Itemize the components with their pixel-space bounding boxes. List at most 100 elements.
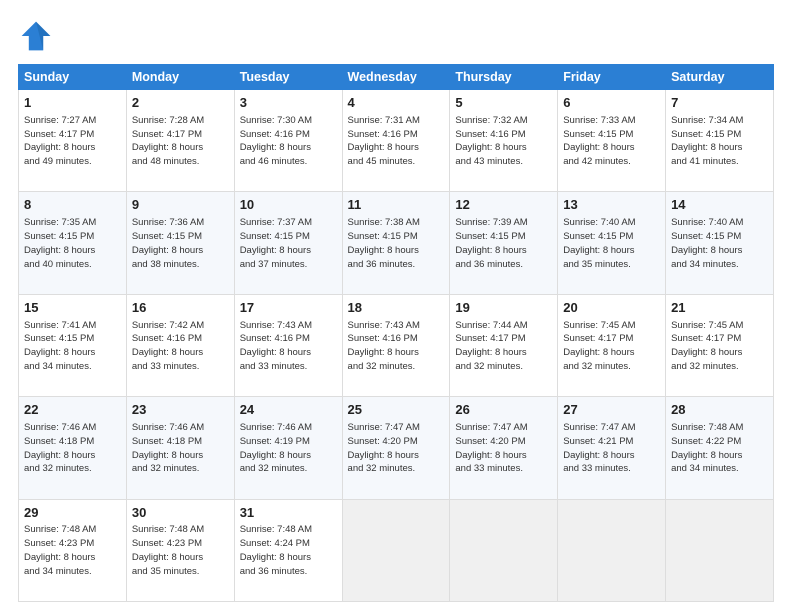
day-detail: Sunset: 4:23 PM [132,537,229,551]
day-detail: Sunrise: 7:46 AM [132,421,229,435]
day-detail: and 34 minutes. [671,258,768,272]
day-cell: 11Sunrise: 7:38 AMSunset: 4:15 PMDayligh… [342,192,450,294]
calendar-table: SundayMondayTuesdayWednesdayThursdayFrid… [18,64,774,602]
day-detail: Sunset: 4:17 PM [24,128,121,142]
day-cell: 29Sunrise: 7:48 AMSunset: 4:23 PMDayligh… [19,499,127,601]
day-number: 2 [132,94,229,113]
day-detail: Daylight: 8 hours [671,244,768,258]
day-number: 12 [455,196,552,215]
day-detail: Sunset: 4:16 PM [132,332,229,346]
day-detail: Sunset: 4:17 PM [563,332,660,346]
day-detail: Daylight: 8 hours [348,141,445,155]
calendar-body: 1Sunrise: 7:27 AMSunset: 4:17 PMDaylight… [19,90,774,602]
day-detail: Daylight: 8 hours [563,141,660,155]
day-detail: Sunrise: 7:38 AM [348,216,445,230]
header-cell-monday: Monday [126,65,234,90]
day-cell [450,499,558,601]
day-number: 15 [24,299,121,318]
header-cell-friday: Friday [558,65,666,90]
day-detail: Sunset: 4:16 PM [240,128,337,142]
day-cell: 14Sunrise: 7:40 AMSunset: 4:15 PMDayligh… [666,192,774,294]
day-number: 17 [240,299,337,318]
week-row-2: 15Sunrise: 7:41 AMSunset: 4:15 PMDayligh… [19,294,774,396]
day-cell: 5Sunrise: 7:32 AMSunset: 4:16 PMDaylight… [450,90,558,192]
day-cell: 15Sunrise: 7:41 AMSunset: 4:15 PMDayligh… [19,294,127,396]
day-detail: Daylight: 8 hours [455,346,552,360]
day-detail: Sunrise: 7:44 AM [455,319,552,333]
day-detail: and 46 minutes. [240,155,337,169]
page: SundayMondayTuesdayWednesdayThursdayFrid… [0,0,792,612]
day-detail: Sunrise: 7:40 AM [563,216,660,230]
day-cell: 7Sunrise: 7:34 AMSunset: 4:15 PMDaylight… [666,90,774,192]
logo [18,18,56,54]
day-detail: Sunrise: 7:43 AM [348,319,445,333]
day-number: 19 [455,299,552,318]
day-detail: and 45 minutes. [348,155,445,169]
day-detail: Daylight: 8 hours [455,449,552,463]
day-number: 24 [240,401,337,420]
day-detail: Sunrise: 7:48 AM [240,523,337,537]
day-detail: Sunrise: 7:36 AM [132,216,229,230]
day-number: 31 [240,504,337,523]
day-cell: 25Sunrise: 7:47 AMSunset: 4:20 PMDayligh… [342,397,450,499]
day-cell [558,499,666,601]
day-detail: Sunset: 4:15 PM [671,230,768,244]
day-detail: Daylight: 8 hours [671,346,768,360]
day-detail: Daylight: 8 hours [24,244,121,258]
day-cell: 27Sunrise: 7:47 AMSunset: 4:21 PMDayligh… [558,397,666,499]
day-detail: Sunrise: 7:40 AM [671,216,768,230]
day-cell: 24Sunrise: 7:46 AMSunset: 4:19 PMDayligh… [234,397,342,499]
day-detail: Sunrise: 7:31 AM [348,114,445,128]
day-cell: 1Sunrise: 7:27 AMSunset: 4:17 PMDaylight… [19,90,127,192]
day-number: 6 [563,94,660,113]
day-number: 18 [348,299,445,318]
day-detail: and 34 minutes. [24,565,121,579]
logo-icon [18,18,54,54]
day-cell: 21Sunrise: 7:45 AMSunset: 4:17 PMDayligh… [666,294,774,396]
day-detail: Sunrise: 7:35 AM [24,216,121,230]
day-cell: 18Sunrise: 7:43 AMSunset: 4:16 PMDayligh… [342,294,450,396]
day-detail: Daylight: 8 hours [348,346,445,360]
day-detail: Sunset: 4:18 PM [24,435,121,449]
day-detail: and 32 minutes. [348,462,445,476]
day-detail: Sunrise: 7:47 AM [563,421,660,435]
day-number: 20 [563,299,660,318]
day-number: 8 [24,196,121,215]
header-cell-sunday: Sunday [19,65,127,90]
day-detail: and 38 minutes. [132,258,229,272]
day-cell: 16Sunrise: 7:42 AMSunset: 4:16 PMDayligh… [126,294,234,396]
day-detail: Sunset: 4:16 PM [348,332,445,346]
day-number: 30 [132,504,229,523]
day-detail: Sunset: 4:15 PM [132,230,229,244]
day-detail: and 32 minutes. [24,462,121,476]
day-detail: Daylight: 8 hours [240,141,337,155]
day-cell: 22Sunrise: 7:46 AMSunset: 4:18 PMDayligh… [19,397,127,499]
day-detail: and 40 minutes. [24,258,121,272]
day-detail: Daylight: 8 hours [455,141,552,155]
day-detail: Daylight: 8 hours [24,551,121,565]
day-cell: 23Sunrise: 7:46 AMSunset: 4:18 PMDayligh… [126,397,234,499]
day-detail: Daylight: 8 hours [563,244,660,258]
day-detail: Daylight: 8 hours [24,346,121,360]
header-row: SundayMondayTuesdayWednesdayThursdayFrid… [19,65,774,90]
day-detail: Sunset: 4:20 PM [348,435,445,449]
day-detail: Sunrise: 7:46 AM [24,421,121,435]
day-cell: 2Sunrise: 7:28 AMSunset: 4:17 PMDaylight… [126,90,234,192]
day-cell: 26Sunrise: 7:47 AMSunset: 4:20 PMDayligh… [450,397,558,499]
day-cell: 12Sunrise: 7:39 AMSunset: 4:15 PMDayligh… [450,192,558,294]
header-cell-wednesday: Wednesday [342,65,450,90]
day-detail: Sunset: 4:15 PM [240,230,337,244]
day-number: 7 [671,94,768,113]
day-detail: and 32 minutes. [455,360,552,374]
day-detail: Sunrise: 7:48 AM [132,523,229,537]
day-cell: 13Sunrise: 7:40 AMSunset: 4:15 PMDayligh… [558,192,666,294]
day-cell [342,499,450,601]
day-detail: Daylight: 8 hours [348,449,445,463]
day-detail: Sunset: 4:24 PM [240,537,337,551]
day-cell: 17Sunrise: 7:43 AMSunset: 4:16 PMDayligh… [234,294,342,396]
day-detail: Sunrise: 7:46 AM [240,421,337,435]
day-detail: Sunrise: 7:28 AM [132,114,229,128]
day-cell: 6Sunrise: 7:33 AMSunset: 4:15 PMDaylight… [558,90,666,192]
day-detail: and 36 minutes. [455,258,552,272]
day-detail: and 37 minutes. [240,258,337,272]
